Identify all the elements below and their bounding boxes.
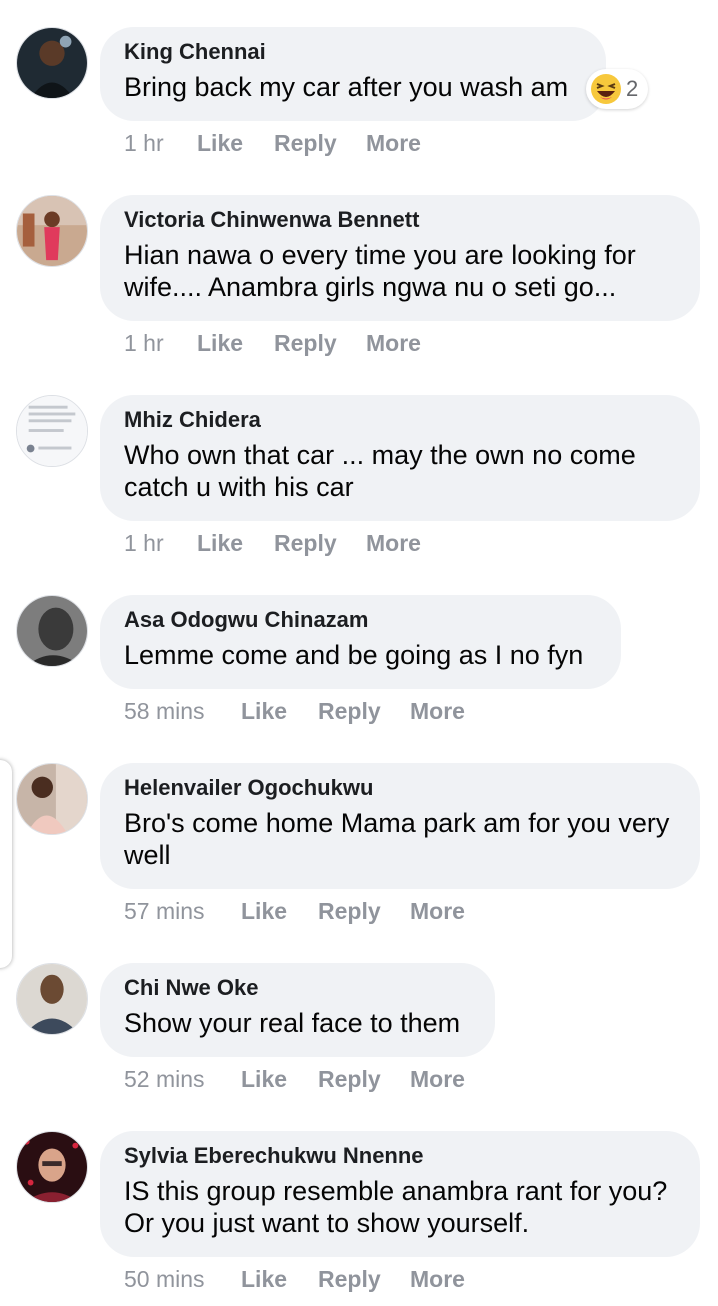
- comment-text: Who own that car ... may the own no come…: [124, 440, 636, 502]
- comment-author[interactable]: Victoria Chinwenwa Bennett: [124, 207, 676, 233]
- comment-bubble: Helenvailer Ogochukwu Bro's come home Ma…: [100, 763, 700, 889]
- like-button[interactable]: Like: [241, 1265, 287, 1293]
- comment-time: 57 mins: [124, 898, 205, 924]
- laugh-emoji-icon: [591, 74, 621, 104]
- comment-time: 58 mins: [124, 698, 205, 724]
- comment-text: Show your real face to them: [124, 1008, 461, 1038]
- comment-time: 50 mins: [124, 1266, 205, 1292]
- comment-bubble: King Chennai Bring back my car after you…: [100, 27, 606, 121]
- reply-button[interactable]: Reply: [274, 529, 337, 557]
- more-button[interactable]: More: [410, 897, 465, 925]
- side-panel-edge: [0, 760, 12, 968]
- comment-time: 1 hr: [124, 130, 164, 156]
- reaction-badge[interactable]: 2: [586, 69, 648, 109]
- reply-button[interactable]: Reply: [318, 897, 381, 925]
- avatar[interactable]: [16, 595, 88, 667]
- comment-bubble: Mhiz Chidera Who own that car ... may th…: [100, 395, 700, 521]
- comment-text: Lemme come and be going as I no fyn: [124, 640, 584, 670]
- more-button[interactable]: More: [410, 697, 465, 725]
- comment-author[interactable]: Asa Odogwu Chinazam: [124, 607, 597, 633]
- like-button[interactable]: Like: [197, 329, 243, 357]
- like-button[interactable]: Like: [197, 129, 243, 157]
- comment-author[interactable]: Helenvailer Ogochukwu: [124, 775, 676, 801]
- comment-time: 1 hr: [124, 530, 164, 556]
- avatar[interactable]: [16, 395, 88, 467]
- reply-button[interactable]: Reply: [274, 329, 337, 357]
- more-button[interactable]: More: [410, 1265, 465, 1293]
- comment-author[interactable]: King Chennai: [124, 39, 582, 65]
- more-button[interactable]: More: [366, 329, 421, 357]
- reaction-count: 2: [626, 76, 639, 101]
- avatar[interactable]: [16, 963, 88, 1035]
- more-button[interactable]: More: [366, 529, 421, 557]
- reply-button[interactable]: Reply: [318, 1265, 381, 1293]
- like-button[interactable]: Like: [197, 529, 243, 557]
- reply-button[interactable]: Reply: [318, 1065, 381, 1093]
- comment-bubble: Sylvia Eberechukwu Nnenne IS this group …: [100, 1131, 700, 1257]
- avatar[interactable]: [16, 1131, 88, 1203]
- comment-bubble: Victoria Chinwenwa Bennett Hian nawa o e…: [100, 195, 700, 321]
- avatar[interactable]: [16, 195, 88, 267]
- like-button[interactable]: Like: [241, 1065, 287, 1093]
- avatar[interactable]: [16, 27, 88, 99]
- comment-author[interactable]: Sylvia Eberechukwu Nnenne: [124, 1143, 676, 1169]
- comment-bubble: Asa Odogwu Chinazam Lemme come and be go…: [100, 595, 621, 689]
- more-button[interactable]: More: [366, 129, 421, 157]
- comment-text: IS this group resemble anambra rant for …: [124, 1176, 668, 1238]
- comment-author[interactable]: Chi Nwe Oke: [124, 975, 471, 1001]
- comment-author[interactable]: Mhiz Chidera: [124, 407, 676, 433]
- comment-time: 1 hr: [124, 330, 164, 356]
- comment-time: 52 mins: [124, 1066, 205, 1092]
- reply-button[interactable]: Reply: [318, 697, 381, 725]
- more-button[interactable]: More: [410, 1065, 465, 1093]
- like-button[interactable]: Like: [241, 897, 287, 925]
- comment-text: Hian nawa o every time you are looking f…: [124, 240, 636, 302]
- avatar[interactable]: [16, 763, 88, 835]
- reply-button[interactable]: Reply: [274, 129, 337, 157]
- comment-bubble: Chi Nwe Oke Show your real face to them: [100, 963, 495, 1057]
- comment-text: Bring back my car after you wash am: [124, 72, 569, 102]
- comment-text: Bro's come home Mama park am for you ver…: [124, 808, 670, 870]
- like-button[interactable]: Like: [241, 697, 287, 725]
